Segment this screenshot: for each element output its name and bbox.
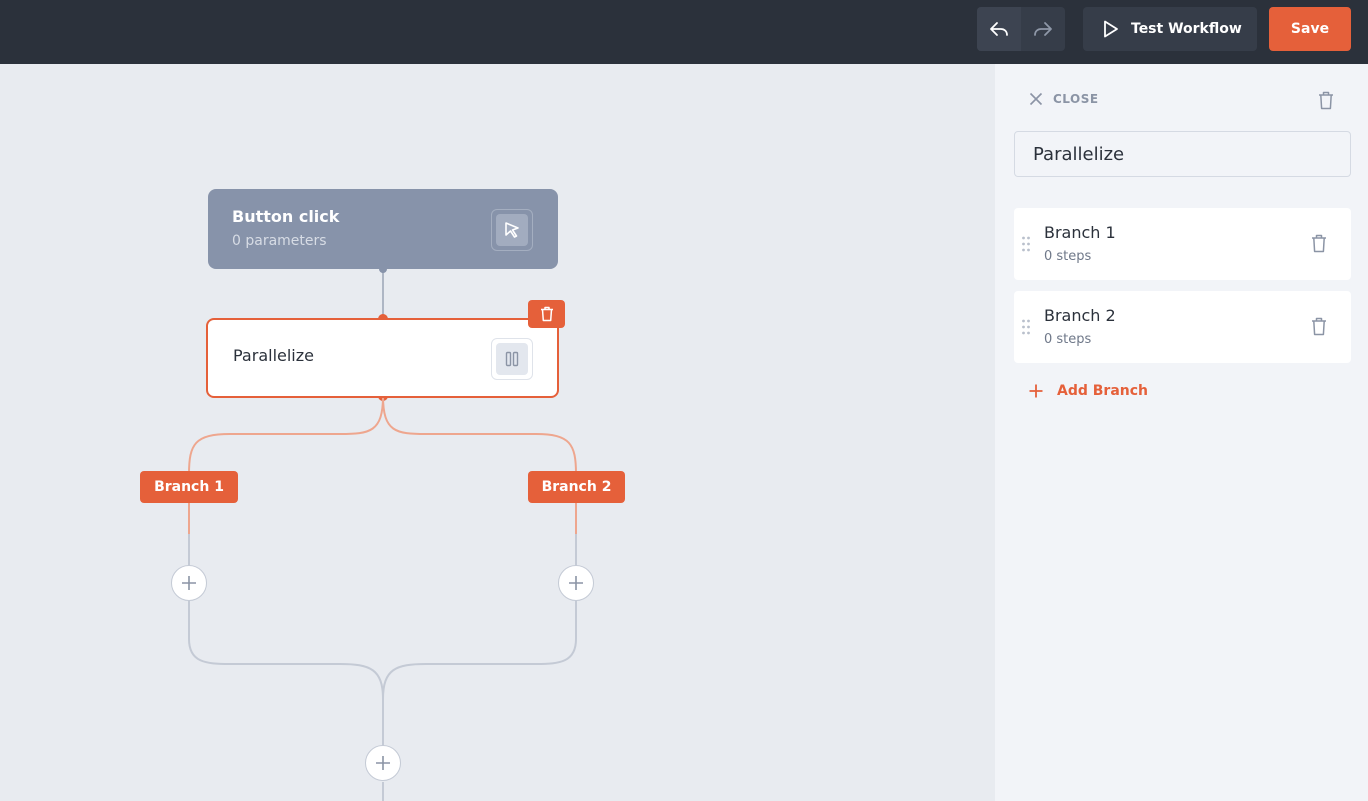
plus-icon <box>569 576 583 590</box>
add-step-after-merge[interactable] <box>365 745 401 781</box>
branch-tag-1[interactable]: Branch 1 <box>140 471 238 503</box>
save-button[interactable]: Save <box>1269 7 1351 51</box>
trash-icon <box>540 306 553 322</box>
branch-steps: 0 steps <box>1044 249 1092 264</box>
test-workflow-label: Test Workflow <box>1131 21 1242 37</box>
close-label: CLOSE <box>1053 92 1099 106</box>
parallel-icon <box>505 351 519 367</box>
trash-icon <box>1312 234 1326 253</box>
connector-lines <box>188 265 577 801</box>
plus-icon <box>182 576 196 590</box>
add-branch-label: Add Branch <box>1057 383 1149 399</box>
history-controls <box>977 7 1065 51</box>
trigger-title: Button click <box>232 207 340 226</box>
branch-name: Branch 2 <box>1044 306 1116 325</box>
trigger-node[interactable]: Button click 0 parameters <box>208 189 558 269</box>
branch-name: Branch 1 <box>1044 223 1116 242</box>
trash-icon <box>1319 91 1333 110</box>
undo-button[interactable] <box>977 7 1021 51</box>
delete-branch-button[interactable] <box>1311 234 1327 257</box>
close-panel-button[interactable]: CLOSE <box>1029 92 1099 106</box>
plus-icon <box>1029 384 1043 398</box>
workflow-canvas[interactable]: Button click 0 parameters Parallelize Br… <box>0 64 995 801</box>
test-workflow-button[interactable]: Test Workflow <box>1083 7 1257 51</box>
node-name-input[interactable] <box>1014 131 1351 177</box>
delete-node-panel-button[interactable] <box>1318 91 1334 114</box>
parallelize-title: Parallelize <box>233 346 314 365</box>
drag-handle-icon[interactable] <box>1021 236 1031 252</box>
branch-steps: 0 steps <box>1044 332 1092 347</box>
add-step-branch-2[interactable] <box>558 565 594 601</box>
delete-node-button[interactable] <box>528 300 565 328</box>
plus-icon <box>376 756 390 770</box>
trash-icon <box>1312 317 1326 336</box>
close-icon <box>1029 92 1043 106</box>
redo-icon <box>1034 22 1052 36</box>
undo-icon <box>990 22 1008 36</box>
branch-tag-2[interactable]: Branch 2 <box>528 471 625 503</box>
branch-list-item[interactable]: Branch 1 0 steps <box>1014 208 1351 280</box>
delete-branch-button[interactable] <box>1311 317 1327 340</box>
play-icon <box>1104 20 1118 38</box>
node-settings-panel: CLOSE Branch 1 0 steps Branch 2 0 steps <box>995 64 1368 801</box>
add-branch-button[interactable]: Add Branch <box>1029 383 1148 399</box>
trigger-subtitle: 0 parameters <box>232 233 327 249</box>
top-bar: Test Workflow Save <box>0 0 1368 64</box>
branch-list-item[interactable]: Branch 2 0 steps <box>1014 291 1351 363</box>
redo-button[interactable] <box>1021 7 1065 51</box>
parallelize-node[interactable]: Parallelize <box>206 318 559 398</box>
parallelize-icon-box <box>491 338 533 380</box>
trigger-icon-box <box>491 209 533 251</box>
add-step-branch-1[interactable] <box>171 565 207 601</box>
drag-handle-icon[interactable] <box>1021 319 1031 335</box>
cursor-icon <box>505 222 519 238</box>
